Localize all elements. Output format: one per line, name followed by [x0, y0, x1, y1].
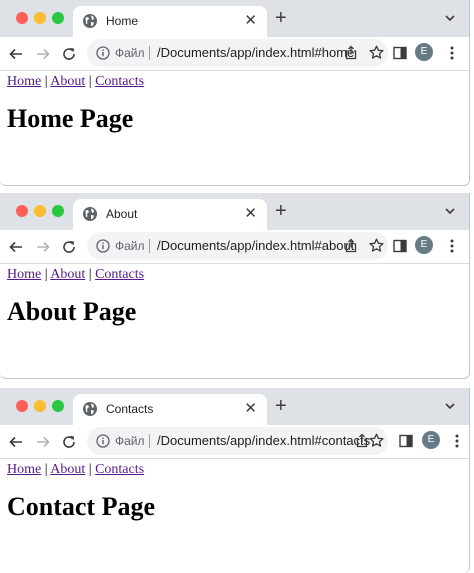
close-window-button[interactable] — [16, 205, 28, 217]
tab-title: Contacts — [106, 402, 154, 416]
nav-separator: | — [44, 267, 48, 282]
url-text[interactable]: /Documents/app/index.html#home — [157, 45, 354, 60]
arrow-left-icon[interactable] — [8, 239, 24, 255]
page-heading: Home Page — [7, 104, 134, 133]
tab-strip: Home ✕ + — [0, 0, 469, 37]
close-icon[interactable]: ✕ — [244, 400, 257, 418]
zoom-window-button[interactable] — [52, 205, 64, 217]
home-link[interactable]: Home — [7, 462, 41, 477]
browser-toolbar: Файл /Documents/app/index.html#about E — [0, 230, 469, 264]
globe-icon — [83, 402, 97, 416]
url-text[interactable]: /Documents/app/index.html#contacts — [157, 433, 370, 448]
profile-avatar[interactable]: E — [415, 43, 433, 61]
address-separator — [149, 46, 150, 60]
contacts-link[interactable]: Contacts — [95, 267, 144, 282]
profile-avatar[interactable]: E — [415, 236, 433, 254]
close-icon[interactable]: ✕ — [244, 205, 257, 223]
active-tab[interactable]: About ✕ — [73, 199, 267, 230]
arrow-right-icon[interactable] — [35, 434, 51, 450]
star-icon[interactable] — [369, 433, 384, 448]
minimize-window-button[interactable] — [34, 400, 46, 412]
close-window-button[interactable] — [16, 400, 28, 412]
nav-separator: | — [88, 462, 92, 477]
nav-separator: | — [44, 462, 48, 477]
page-nav: Home | About | Contacts — [7, 74, 144, 90]
close-icon[interactable]: ✕ — [244, 12, 257, 30]
browser-toolbar: Файл /Documents/app/index.html#home E — [0, 37, 469, 71]
about-link[interactable]: About — [50, 462, 85, 477]
file-scheme-label: Файл — [115, 239, 145, 253]
side-panel-icon[interactable] — [399, 434, 413, 448]
tab-title: About — [106, 207, 138, 221]
info-icon[interactable] — [96, 434, 110, 448]
nav-separator: | — [88, 74, 92, 89]
contacts-link[interactable]: Contacts — [95, 462, 144, 477]
browser-toolbar: Файл /Documents/app/index.html#contacts … — [0, 425, 469, 459]
browser-window-contacts: Contacts ✕ + Файл /Documents/app/index.h… — [0, 388, 470, 573]
side-panel-icon[interactable] — [393, 239, 407, 253]
tab-title: Home — [106, 14, 139, 28]
address-bar[interactable]: Файл /Documents/app/index.html#about — [87, 232, 388, 260]
nav-separator: | — [44, 74, 48, 89]
address-separator — [149, 239, 150, 253]
tab-strip: About ✕ + — [0, 193, 469, 230]
page-nav: Home | About | Contacts — [7, 462, 144, 478]
plus-icon[interactable]: + — [275, 200, 287, 222]
star-icon[interactable] — [369, 238, 384, 253]
star-icon[interactable] — [369, 45, 384, 60]
file-scheme-label: Файл — [115, 46, 145, 60]
address-separator — [149, 434, 150, 448]
chevron-down-icon[interactable] — [443, 11, 457, 25]
kebab-menu-icon[interactable] — [445, 45, 459, 61]
globe-icon — [83, 14, 97, 28]
active-tab[interactable]: Home ✕ — [73, 6, 267, 37]
share-icon[interactable] — [344, 238, 358, 253]
home-link[interactable]: Home — [7, 267, 41, 282]
address-bar[interactable]: Файл /Documents/app/index.html#home — [87, 39, 388, 67]
nav-separator: | — [88, 267, 92, 282]
about-link[interactable]: About — [50, 74, 85, 89]
chevron-down-icon[interactable] — [443, 399, 457, 413]
home-link[interactable]: Home — [7, 74, 41, 89]
reload-icon[interactable] — [61, 46, 77, 62]
plus-icon[interactable]: + — [275, 7, 287, 29]
side-panel-icon[interactable] — [393, 46, 407, 60]
reload-icon[interactable] — [61, 434, 77, 450]
address-bar[interactable]: Файл /Documents/app/index.html#contacts — [87, 427, 388, 455]
arrow-right-icon[interactable] — [35, 239, 51, 255]
page-nav: Home | About | Contacts — [7, 267, 144, 283]
contacts-link[interactable]: Contacts — [95, 74, 144, 89]
browser-window-about: About ✕ + Файл /Documents/app/index.html… — [0, 193, 470, 379]
minimize-window-button[interactable] — [34, 205, 46, 217]
share-icon[interactable] — [344, 45, 358, 60]
profile-avatar[interactable]: E — [422, 431, 440, 449]
plus-icon[interactable]: + — [275, 395, 287, 417]
arrow-right-icon[interactable] — [35, 46, 51, 62]
zoom-window-button[interactable] — [52, 400, 64, 412]
arrow-left-icon[interactable] — [8, 434, 24, 450]
info-icon[interactable] — [96, 46, 110, 60]
url-text[interactable]: /Documents/app/index.html#about — [157, 238, 354, 253]
page-heading: About Page — [7, 297, 137, 326]
active-tab[interactable]: Contacts ✕ — [73, 394, 267, 425]
info-icon[interactable] — [96, 239, 110, 253]
zoom-window-button[interactable] — [52, 12, 64, 24]
tab-strip: Contacts ✕ + — [0, 388, 469, 425]
globe-icon — [83, 207, 97, 221]
file-scheme-label: Файл — [115, 434, 145, 448]
kebab-menu-icon[interactable] — [450, 433, 464, 449]
page-heading: Contact Page — [7, 492, 156, 521]
kebab-menu-icon[interactable] — [445, 238, 459, 254]
browser-window-home: Home ✕ + Файл /Documents/app/index.html#… — [0, 0, 470, 186]
reload-icon[interactable] — [61, 239, 77, 255]
chevron-down-icon[interactable] — [443, 204, 457, 218]
minimize-window-button[interactable] — [34, 12, 46, 24]
share-icon[interactable] — [355, 433, 369, 448]
arrow-left-icon[interactable] — [8, 46, 24, 62]
close-window-button[interactable] — [16, 12, 28, 24]
about-link[interactable]: About — [50, 267, 85, 282]
